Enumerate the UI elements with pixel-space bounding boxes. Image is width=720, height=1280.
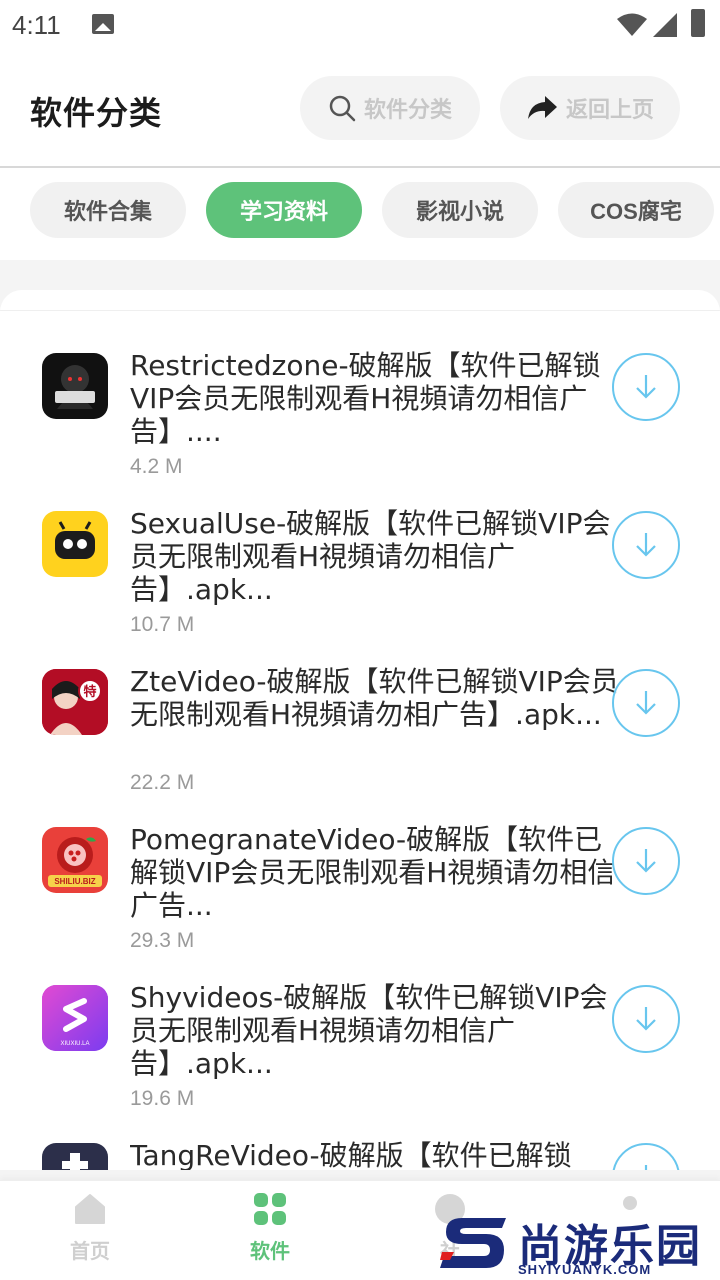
download-button[interactable] — [612, 511, 680, 579]
app-list-card: Restrictedzone-破解版【软件已解锁VIP会员无限制观看H視頻请勿相… — [0, 290, 720, 1170]
wifi-icon — [617, 13, 647, 36]
tab-cos[interactable]: COS腐宅 — [558, 182, 714, 238]
download-button[interactable] — [612, 1143, 680, 1170]
app-list: Restrictedzone-破解版【软件已解锁VIP会员无限制观看H視頻请勿相… — [0, 310, 720, 1170]
app-title: Shyvideos-破解版【软件已解锁VIP会员无限制观看H視頻请勿相信广告】.… — [130, 981, 608, 1080]
home-icon — [75, 1194, 105, 1224]
shyvideos-badge-text: XIUXIU.LA — [60, 1041, 89, 1047]
tab-study-materials[interactable]: 学习资料 — [206, 182, 362, 238]
watermark-logo-icon — [440, 1218, 506, 1268]
watermark-url: SHYIYUANYK.COM — [518, 1262, 652, 1277]
app-title: TangReVideo-破解版【软件已解锁 — [130, 1139, 572, 1170]
app-title: PomegranateVideo-破解版【软件已解锁VIP会员无限制观看H視頻请… — [130, 823, 616, 922]
nav-item-home[interactable]: 首页 — [40, 1191, 140, 1277]
download-arrow-icon — [636, 1007, 656, 1031]
pomegranate-badge-text: SHILIU.BIZ — [54, 877, 95, 886]
back-button[interactable]: 返回上页 — [500, 76, 680, 140]
download-arrow-icon — [636, 691, 656, 715]
download-arrow-icon — [636, 849, 656, 873]
app-title: Restrictedzone-破解版【软件已解锁VIP会员无限制观看H視頻请勿相… — [130, 349, 601, 448]
page-title: 软件分类 — [30, 95, 163, 131]
tab-video-novels[interactable]: 影视小说 — [382, 182, 538, 238]
gallery-notification-icon — [92, 14, 114, 34]
site-watermark: 尚游乐园 SHYIYUANYK.COM — [440, 1208, 720, 1280]
app-size: 22.2 M — [130, 771, 195, 794]
nav-label-software: 软件 — [250, 1241, 290, 1263]
share-forward-icon — [527, 96, 557, 119]
grid-icon — [254, 1193, 286, 1225]
app-size: 4.2 M — [130, 455, 183, 478]
search-button-label: 软件分类 — [363, 97, 452, 122]
search-button[interactable]: 软件分类 — [300, 76, 480, 140]
download-arrow-icon — [644, 1165, 648, 1170]
app-list-item[interactable]: 特 ZteVideo-破解版【软件已解锁VIP会员无限制观看H視頻请勿相广告】.… — [0, 647, 720, 805]
header: 软件分类 软件分类 返回上页 — [0, 50, 720, 168]
tab-software-collection[interactable]: 软件合集 — [30, 182, 186, 238]
sexualuse-icon — [42, 511, 108, 577]
restrictedzone-icon — [42, 353, 108, 419]
back-button-label: 返回上页 — [565, 97, 654, 122]
nav-label-home: 首页 — [70, 1241, 110, 1263]
shyvideos-icon: XIUXIU.LA — [42, 985, 108, 1051]
app-size: 10.7 M — [130, 613, 195, 636]
nav-item-software[interactable]: 软件 — [220, 1191, 320, 1277]
download-arrow-icon — [636, 375, 656, 399]
ztevideo-badge-text: 特 — [83, 684, 96, 700]
download-button[interactable] — [612, 669, 680, 737]
app-list-item[interactable]: SexualUse-破解版【软件已解锁VIP会员无限制观看H視頻请勿相信广告】.… — [0, 489, 720, 647]
app-list-item[interactable]: SHILIU.BIZ PomegranateVideo-破解版【软件已解锁VIP… — [0, 805, 720, 963]
download-button[interactable] — [612, 353, 680, 421]
tangrevideo-icon — [42, 1143, 108, 1170]
search-icon — [329, 95, 356, 122]
download-button[interactable] — [612, 985, 680, 1053]
app-title: ZteVideo-破解版【软件已解锁VIP会员无限制观看H視頻请勿相广告】.ap… — [130, 665, 619, 731]
pomegranate-icon: SHILIU.BIZ — [42, 827, 108, 893]
app-list-item[interactable]: TangReVideo-破解版【软件已解锁 — [0, 1121, 720, 1170]
download-button[interactable] — [612, 827, 680, 895]
app-list-item[interactable]: XIUXIU.LA Shyvideos-破解版【软件已解锁VIP会员无限制观看H… — [0, 963, 720, 1121]
status-time: 4:11 — [12, 10, 61, 40]
category-tabs: 软件合集 学习资料 影视小说 COS腐宅 — [0, 182, 720, 240]
battery-icon — [691, 9, 705, 37]
app-title: SexualUse-破解版【软件已解锁VIP会员无限制观看H視頻请勿相信广告】.… — [130, 507, 611, 606]
app-size: 29.3 M — [130, 929, 195, 952]
ztevideo-icon: 特 — [42, 669, 108, 735]
signal-icon — [653, 13, 677, 37]
app-size: 19.6 M — [130, 1087, 195, 1110]
download-arrow-icon — [636, 533, 656, 557]
status-bar: 4:11 — [0, 0, 720, 50]
app-list-item[interactable]: Restrictedzone-破解版【软件已解锁VIP会员无限制观看H視頻请勿相… — [0, 331, 720, 489]
